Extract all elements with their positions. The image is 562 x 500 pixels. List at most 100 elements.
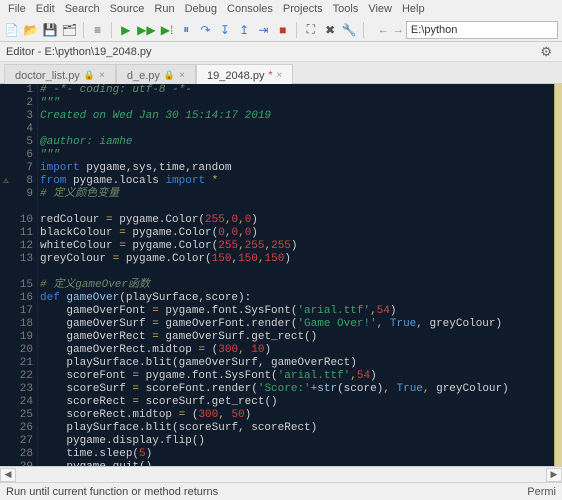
warning-icon: ⚠: [0, 175, 12, 188]
maximize-icon[interactable]: ⛶: [303, 21, 318, 39]
scroll-right-icon[interactable]: ▶: [546, 468, 562, 482]
menu-consoles[interactable]: Consoles: [223, 3, 277, 15]
stop-icon[interactable]: ■: [275, 21, 290, 39]
code-line[interactable]: [40, 266, 562, 279]
tab-d_e-py[interactable]: d_e.py🔒×: [116, 64, 196, 84]
token: scoreFont: [40, 370, 132, 382]
menu-help[interactable]: Help: [398, 3, 429, 15]
tools-icon[interactable]: ✖: [322, 21, 337, 39]
token: 300: [198, 409, 218, 421]
code-line[interactable]: def gameOver(playSurface,score):: [40, 292, 562, 305]
menu-projects[interactable]: Projects: [279, 3, 327, 15]
debug-run-icon[interactable]: ▶⁞: [159, 21, 174, 39]
marker-slot: [0, 279, 12, 292]
code-line[interactable]: """: [40, 97, 562, 110]
code-line[interactable]: from pygame.locals import *: [40, 175, 562, 188]
code-line[interactable]: # 定义颜色变量: [40, 188, 562, 201]
run-cell-icon[interactable]: ▶▶: [137, 21, 155, 39]
settings-icon[interactable]: 🔧: [342, 21, 357, 39]
marker-slot: [0, 370, 12, 383]
code-line[interactable]: """: [40, 149, 562, 162]
code-line[interactable]: gameOverSurf = gameOverFont.render('Game…: [40, 318, 562, 331]
save-icon[interactable]: 💾: [43, 21, 58, 39]
code-line[interactable]: pygame.quit(): [40, 461, 562, 466]
line-number: 1: [12, 84, 33, 97]
code-line[interactable]: gameOverRect.midtop = (300, 10): [40, 344, 562, 357]
continue-icon[interactable]: ⇥: [256, 21, 271, 39]
back-icon[interactable]: ←: [376, 24, 391, 36]
working-dir-input[interactable]: [406, 21, 558, 39]
step-over-icon[interactable]: ↷: [198, 21, 213, 39]
token: pygame.quit(): [40, 461, 152, 466]
token: ,: [238, 240, 245, 252]
marker-slot: [0, 240, 12, 253]
line-number: 12: [12, 240, 33, 253]
tab-doctor_list-py[interactable]: doctor_list.py🔒×: [4, 64, 116, 84]
close-icon[interactable]: ×: [179, 70, 185, 81]
close-icon[interactable]: ×: [276, 70, 282, 81]
token: pygame.display.flip(): [40, 435, 205, 447]
menu-view[interactable]: View: [364, 3, 396, 15]
separator: [111, 22, 112, 38]
line-number: 22: [12, 370, 33, 383]
code-line[interactable]: # 定义gameOver函数: [40, 279, 562, 292]
code-line[interactable]: whiteColour = pygame.Color(255,255,255): [40, 240, 562, 253]
code-line[interactable]: Created on Wed Jan 30 15:14:17 2019: [40, 110, 562, 123]
code-area[interactable]: # -*- coding: utf-8 -*-"""Created on Wed…: [38, 84, 562, 466]
token: =: [152, 318, 165, 330]
tab-19_2048-py[interactable]: 19_2048.py*×: [196, 64, 293, 84]
code-line[interactable]: scoreRect.midtop = (300, 50): [40, 409, 562, 422]
menu-debug[interactable]: Debug: [181, 3, 221, 15]
code-line[interactable]: time.sleep(5): [40, 448, 562, 461]
code-line[interactable]: greyColour = pygame.Color(150,150,150): [40, 253, 562, 266]
open-file-icon[interactable]: 📂: [23, 21, 38, 39]
step-into-icon[interactable]: ↧: [217, 21, 232, 39]
menu-source[interactable]: Source: [106, 3, 149, 15]
code-line[interactable]: playSurface.blit(gameOverSurf, gameOverR…: [40, 357, 562, 370]
debug-icon[interactable]: ⏸: [179, 21, 194, 39]
menu-run[interactable]: Run: [150, 3, 178, 15]
code-editor[interactable]: ⚠ 12345678910111213151617181920212223242…: [0, 84, 562, 466]
code-line[interactable]: [40, 201, 562, 214]
scroll-track[interactable]: [16, 468, 546, 482]
code-line[interactable]: blackColour = pygame.Color(0,0,0): [40, 227, 562, 240]
token: =: [132, 396, 145, 408]
code-line[interactable]: @author: iamhe: [40, 136, 562, 149]
line-number: 15: [12, 279, 33, 292]
scroll-left-icon[interactable]: ◀: [0, 468, 16, 482]
save-all-icon[interactable]: 🗂: [62, 21, 77, 39]
code-line[interactable]: import pygame,sys,time,random: [40, 162, 562, 175]
menu-tools[interactable]: Tools: [329, 3, 363, 15]
status-message: Run until current function or method ret…: [6, 486, 218, 498]
menu-edit[interactable]: Edit: [32, 3, 59, 15]
menu-search[interactable]: Search: [61, 3, 104, 15]
forward-icon[interactable]: →: [391, 24, 406, 36]
code-line[interactable]: scoreSurf = scoreFont.render('Score:'+st…: [40, 383, 562, 396]
new-file-icon[interactable]: 📄: [4, 21, 19, 39]
separator: [363, 22, 364, 38]
tab-label: doctor_list.py: [15, 70, 80, 82]
code-line[interactable]: scoreRect = scoreSurf.get_rect(): [40, 396, 562, 409]
code-line[interactable]: gameOverFont = pygame.font.SysFont('aria…: [40, 305, 562, 318]
code-line[interactable]: scoreFont = pygame.font.SysFont('arial.t…: [40, 370, 562, 383]
code-line[interactable]: playSurface.blit(scoreSurf, scoreRect): [40, 422, 562, 435]
code-line[interactable]: pygame.display.flip(): [40, 435, 562, 448]
horizontal-scrollbar[interactable]: ◀ ▶: [0, 466, 562, 482]
code-line[interactable]: # -*- coding: utf-8 -*-: [40, 84, 562, 97]
run-icon[interactable]: ▶: [118, 21, 133, 39]
line-number: 23: [12, 383, 33, 396]
token: =: [113, 253, 126, 265]
code-line[interactable]: gameOverRect = gameOverSurf.get_rect(): [40, 331, 562, 344]
marker-slot: [0, 266, 12, 279]
token: gameOverRect.midtop: [40, 344, 198, 356]
step-out-icon[interactable]: ↥: [237, 21, 252, 39]
editor-options-icon[interactable]: ⚙: [536, 44, 556, 60]
token: ): [146, 448, 153, 460]
code-line[interactable]: redColour = pygame.Color(255,0,0): [40, 214, 562, 227]
code-line[interactable]: [40, 123, 562, 136]
menu-file[interactable]: File: [4, 3, 30, 15]
close-icon[interactable]: ×: [99, 70, 105, 81]
list-icon[interactable]: ≡: [90, 21, 105, 39]
marker-slot: [0, 110, 12, 123]
marker-slot: [0, 136, 12, 149]
